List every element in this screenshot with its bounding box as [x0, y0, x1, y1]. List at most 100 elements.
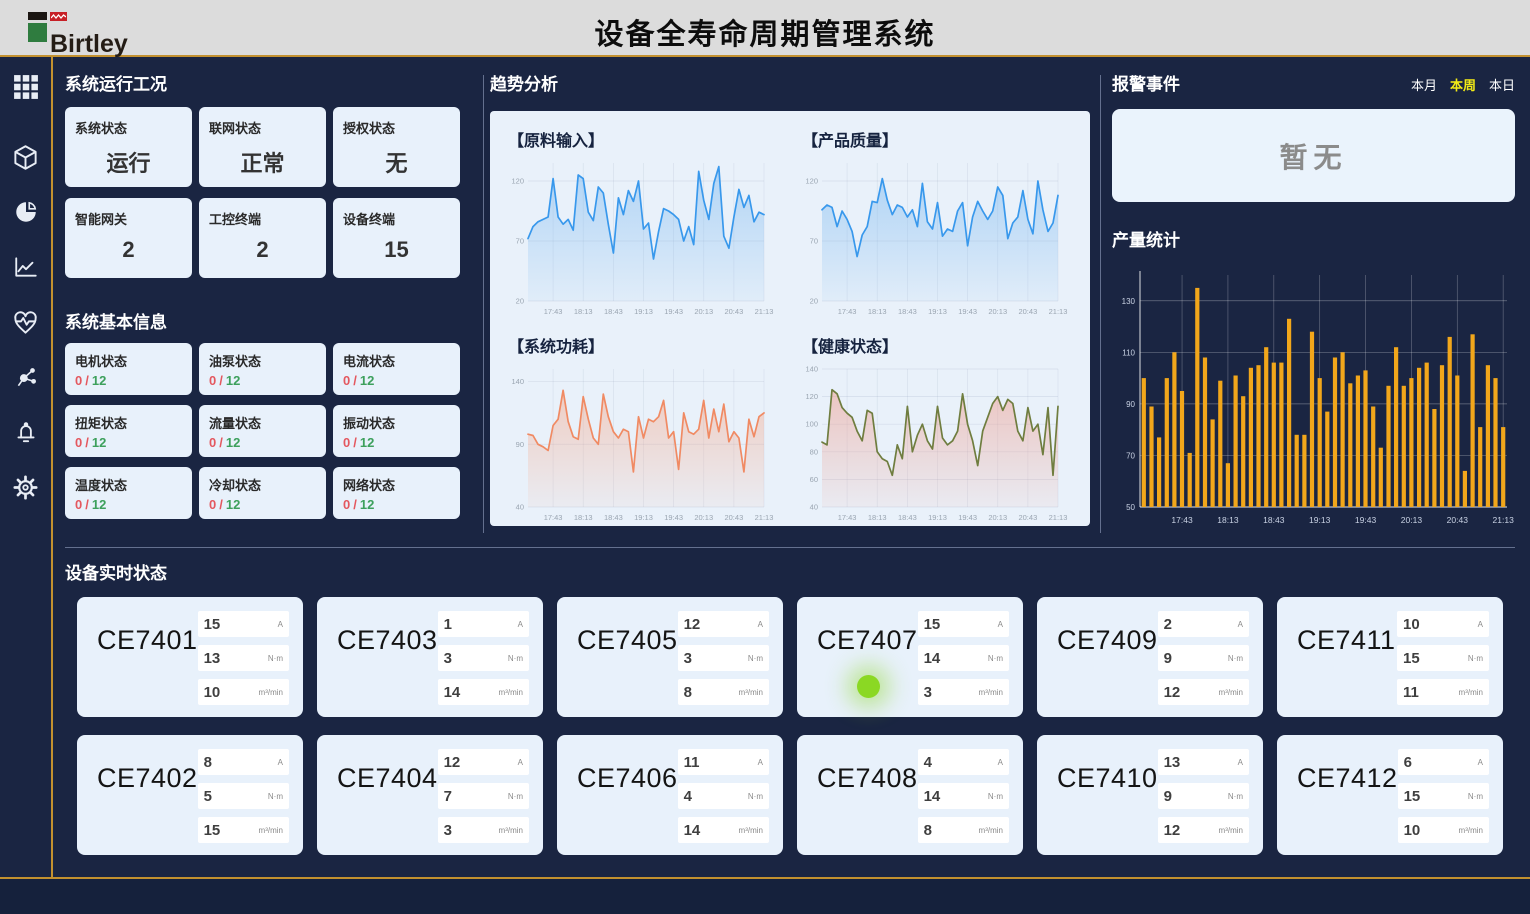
svg-text:17:43: 17:43 [838, 307, 857, 316]
flow-metric-row: 8 m³/min [678, 679, 769, 705]
flow-value: 12 [1164, 822, 1181, 839]
sidebar-item-alerts[interactable] [12, 418, 40, 446]
device-card[interactable]: CE7403 1 A 3 N·m 14 m³/min [317, 597, 543, 717]
current-value: 15 [204, 616, 221, 633]
device-card[interactable]: CE7407 15 A 14 N·m 3 m³/min [797, 597, 1023, 717]
stat-separator: / [353, 435, 357, 450]
stat-separator: / [219, 373, 223, 388]
svg-text:19:13: 19:13 [634, 307, 653, 316]
device-card[interactable]: CE7411 10 A 15 N·m 11 m³/min [1277, 597, 1503, 717]
svg-text:80: 80 [810, 447, 818, 456]
flow-value: 3 [444, 822, 452, 839]
alarm-count: 0 [209, 497, 216, 512]
cube-icon [12, 144, 39, 171]
svg-text:20:13: 20:13 [988, 307, 1007, 316]
alarm-period-tab[interactable]: 本日 [1489, 75, 1515, 94]
sidebar-item-topology[interactable] [12, 363, 40, 391]
sidebar-item-health[interactable] [12, 308, 40, 336]
alarm-period-tabs: 本月 本周 本日 [1411, 75, 1515, 94]
sidebar-item-model[interactable] [12, 143, 40, 171]
trend-chart-cell: 【原料输入】 120702017:4318:1318:4319:1319:432… [496, 115, 790, 321]
info-card-stat: 0/12 [209, 497, 316, 512]
total-count: 12 [360, 373, 374, 388]
svg-text:110: 110 [1122, 348, 1135, 357]
torque-unit: N·m [268, 654, 283, 663]
device-card[interactable]: CE7401 15 A 13 N·m 10 m³/min [77, 597, 303, 717]
svg-text:18:43: 18:43 [604, 513, 623, 522]
info-card: 电机状态 0/12 [65, 343, 192, 395]
svg-text:17:43: 17:43 [838, 513, 857, 522]
info-card-stat: 0/12 [75, 435, 182, 450]
torque-unit: N·m [1228, 654, 1243, 663]
molecule-icon [13, 364, 39, 390]
device-card[interactable]: CE7412 6 A 15 N·m 10 m³/min [1277, 735, 1503, 855]
torque-metric-row: 14 N·m [918, 783, 1009, 809]
current-value: 1 [444, 616, 452, 633]
trend-chart-cell: 【系统功耗】 140904017:4318:1318:4319:1319:432… [496, 321, 790, 527]
sidebar-item-trends[interactable] [12, 253, 40, 281]
flow-value: 14 [684, 822, 701, 839]
info-card: 冷却状态 0/12 [199, 467, 326, 519]
alarm-count: 0 [209, 373, 216, 388]
svg-text:19:43: 19:43 [1355, 515, 1377, 525]
device-card[interactable]: CE7410 13 A 9 N·m 12 m³/min [1037, 735, 1263, 855]
torque-value: 9 [1164, 650, 1172, 667]
svg-text:18:13: 18:13 [574, 513, 593, 522]
current-unit: A [998, 758, 1003, 767]
status-card-value: 2 [75, 237, 182, 263]
current-metric-row: 6 A [1398, 749, 1489, 775]
device-metrics: 8 A 5 N·m 15 m³/min [198, 749, 289, 843]
torque-metric-row: 14 N·m [918, 645, 1009, 671]
device-card[interactable]: CE7402 8 A 5 N·m 15 m³/min [77, 735, 303, 855]
current-unit: A [758, 620, 763, 629]
torque-unit: N·m [508, 792, 523, 801]
alarm-empty-box: 暂无 [1112, 109, 1515, 202]
alarm-period-tab[interactable]: 本周 [1450, 75, 1476, 94]
torque-metric-row: 9 N·m [1158, 645, 1249, 671]
device-metrics: 2 A 9 N·m 12 m³/min [1158, 611, 1249, 705]
svg-text:20:13: 20:13 [694, 307, 713, 316]
svg-text:130: 130 [1122, 297, 1136, 306]
svg-text:19:13: 19:13 [1309, 515, 1331, 525]
svg-text:19:13: 19:13 [928, 513, 947, 522]
alarm-count: 0 [343, 373, 350, 388]
flow-metric-row: 15 m³/min [198, 817, 289, 843]
torque-unit: N·m [508, 654, 523, 663]
svg-text:20: 20 [516, 297, 524, 306]
device-status-panel: 设备实时状态 CE7401 15 A 13 N·m [65, 547, 1515, 855]
device-card[interactable]: CE7409 2 A 9 N·m 12 m³/min [1037, 597, 1263, 717]
flow-unit: m³/min [1459, 826, 1483, 835]
section-title-trend: 趋势分析 [490, 70, 1090, 95]
flow-value: 11 [1403, 684, 1419, 701]
flow-metric-row: 3 m³/min [918, 679, 1009, 705]
svg-text:50: 50 [1126, 503, 1135, 512]
total-count: 12 [92, 373, 106, 388]
chart-title: 【产品质量】 [802, 127, 1078, 151]
alarm-period-tab[interactable]: 本月 [1411, 75, 1437, 94]
torque-unit: N·m [1228, 792, 1243, 801]
device-card[interactable]: CE7408 4 A 14 N·m 8 m³/min [797, 735, 1023, 855]
device-card[interactable]: CE7404 12 A 7 N·m 3 m³/min [317, 735, 543, 855]
section-title-system-status: 系统运行工况 [65, 70, 480, 95]
svg-text:140: 140 [511, 377, 524, 386]
chart-title: 【健康状态】 [802, 333, 1078, 357]
torque-value: 13 [204, 650, 221, 667]
torque-unit: N·m [748, 654, 763, 663]
current-value: 12 [444, 754, 461, 771]
sidebar-item-apps[interactable] [12, 73, 40, 101]
device-card[interactable]: CE7406 11 A 4 N·m 14 m³/min [557, 735, 783, 855]
device-card[interactable]: CE7405 12 A 3 N·m 8 m³/min [557, 597, 783, 717]
running-indicator-dot [857, 675, 880, 698]
current-unit: A [278, 620, 283, 629]
chart-title: 【系统功耗】 [508, 333, 784, 357]
flow-unit: m³/min [1219, 688, 1243, 697]
device-metrics: 1 A 3 N·m 14 m³/min [438, 611, 529, 705]
stat-separator: / [85, 497, 89, 512]
flow-metric-row: 12 m³/min [1158, 679, 1249, 705]
info-card-stat: 0/12 [343, 373, 450, 388]
sidebar-item-settings[interactable] [12, 473, 40, 501]
flow-unit: m³/min [979, 826, 1003, 835]
status-card-label: 联网状态 [209, 118, 316, 137]
production-bar-chart: 13011090705017:4318:1318:4319:1319:4320:… [1112, 259, 1515, 531]
sidebar-item-analytics[interactable] [12, 198, 40, 226]
